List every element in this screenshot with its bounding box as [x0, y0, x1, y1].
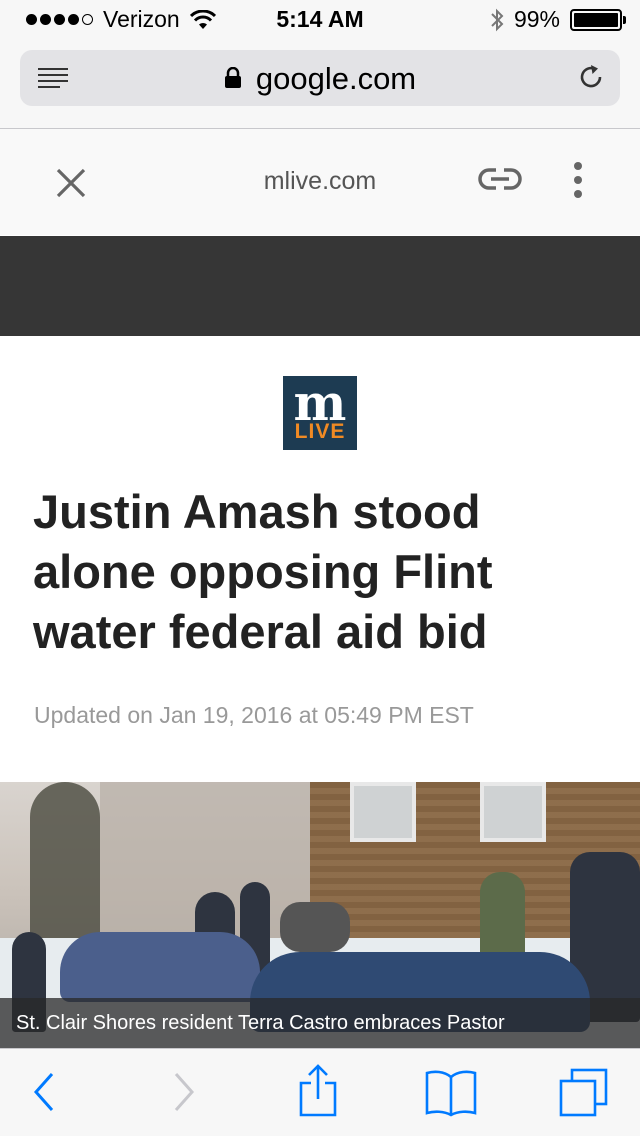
url-display[interactable]: google.com [20, 61, 620, 97]
article-timestamp: Updated on Jan 19, 2016 at 05:49 PM EST [34, 702, 474, 728]
more-vertical-icon[interactable] [566, 160, 590, 200]
mlive-logo: m LIVE [283, 376, 357, 450]
bookmarks-icon[interactable] [424, 1067, 478, 1117]
logo-live: LIVE [294, 420, 346, 443]
battery-icon [570, 8, 626, 31]
lock-icon [224, 66, 241, 88]
reload-icon[interactable] [576, 62, 606, 92]
dark-banner [0, 236, 640, 336]
address-bar[interactable]: google.com [20, 50, 620, 106]
url-text: google.com [255, 61, 417, 96]
amp-viewer-header: mlive.com [0, 129, 640, 235]
forward-chevron-icon[interactable] [172, 1071, 196, 1113]
share-icon[interactable] [298, 1063, 338, 1119]
article-photo[interactable]: St. Clair Shores resident Terra Castro e… [0, 782, 640, 1048]
back-chevron-icon[interactable] [32, 1071, 56, 1113]
link-icon[interactable] [478, 166, 522, 192]
status-bar: Verizon 5:14 AM 99% [0, 0, 640, 40]
photo-caption: St. Clair Shores resident Terra Castro e… [0, 998, 640, 1048]
bluetooth-icon [491, 8, 504, 31]
safari-toolbar [0, 1048, 640, 1136]
battery-percent: 99% [513, 6, 560, 32]
article-headline: Justin Amash stood alone opposing Flint … [33, 485, 493, 658]
safari-address-area: google.com [0, 40, 640, 129]
source-domain: mlive.com [263, 167, 377, 195]
tabs-icon[interactable] [558, 1067, 610, 1117]
